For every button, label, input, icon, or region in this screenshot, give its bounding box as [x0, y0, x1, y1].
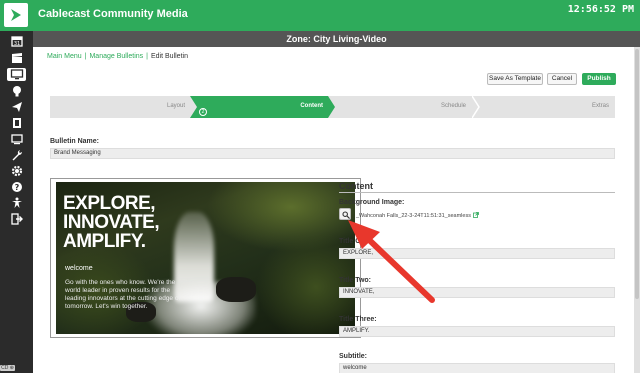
title-three-input[interactable]: AMPLIFY. [339, 326, 615, 337]
preview-title: EXPLORE, INNOVATE, AMPLIFY. [63, 193, 160, 252]
page-scrollbar[interactable] [634, 47, 640, 373]
background-image-label: Background Image: [339, 199, 405, 206]
svg-text:?: ? [14, 183, 19, 192]
accessibility-icon[interactable] [9, 197, 24, 210]
breadcrumb-separator: | [84, 53, 87, 60]
calendar-icon[interactable]: 31 [9, 35, 24, 48]
title-one-label: Title One: [339, 238, 372, 245]
scrollbar-thumb[interactable] [635, 49, 639, 299]
top-bar: Cablecast Community Media 12:56:52 PM [0, 0, 640, 31]
bulletin-preview-image: EXPLORE, INNOVATE, AMPLIFY. welcome Go w… [56, 182, 355, 334]
background-search-button[interactable] [339, 208, 351, 220]
zoom-indicator[interactable]: CD ⊕ [0, 365, 15, 371]
step-wizard: Layout Content 2 Schedule Extras [50, 96, 615, 118]
breadcrumb-current: Edit Bulletin [151, 53, 188, 60]
publish-button[interactable]: Publish [582, 73, 616, 85]
step-number-badge: 2 [199, 108, 207, 116]
search-icon [342, 211, 350, 219]
cancel-button[interactable]: Cancel [547, 73, 577, 85]
breadcrumb: Main Menu | Manage Bulletins | Edit Bulletin [47, 53, 188, 60]
step-content-label: Content [300, 103, 323, 109]
content-divider [339, 192, 615, 193]
gear-icon[interactable] [9, 165, 24, 178]
preview-frame: EXPLORE, INNOVATE, AMPLIFY. welcome Go w… [50, 178, 361, 338]
subtitle-input[interactable]: welcome [339, 363, 615, 373]
title-three-label: Title Three: [339, 316, 377, 323]
wrench-icon[interactable] [9, 149, 24, 162]
breadcrumb-separator: | [146, 53, 148, 60]
preview-body: Go with the ones who know. We're the wor… [65, 279, 181, 310]
play-logo-icon[interactable] [4, 3, 28, 27]
lightbulb-icon[interactable] [9, 85, 24, 98]
monitor-icon[interactable] [7, 68, 26, 81]
logout-icon[interactable] [9, 213, 24, 226]
display-icon[interactable] [9, 133, 24, 146]
content-heading: Content [339, 181, 373, 191]
send-icon[interactable] [9, 101, 24, 114]
breadcrumb-manage-bulletins[interactable]: Manage Bulletins [89, 53, 143, 60]
external-link-icon[interactable] [473, 212, 479, 218]
bulletin-name-label: Bulletin Name: [50, 138, 100, 145]
bulletin-name-input[interactable]: Brand Messaging [50, 148, 615, 159]
main-panel: Main Menu | Manage Bulletins | Edit Bulletin… [33, 47, 634, 373]
step-layout[interactable]: Layout [167, 103, 185, 109]
clapperboard-icon[interactable] [9, 52, 24, 65]
help-icon[interactable]: ? [9, 181, 24, 194]
subtitle-label: Subtitle: [339, 353, 367, 360]
step-divider-icon [472, 96, 480, 118]
preview-subtitle: welcome [65, 265, 93, 272]
step-content[interactable]: Content 2 [190, 96, 335, 118]
title-one-input[interactable]: EXPLORE, [339, 248, 615, 259]
save-as-template-button[interactable]: Save As Template [487, 73, 543, 85]
zone-bar: Zone: City Living-Video [33, 31, 640, 47]
film-icon[interactable] [9, 117, 24, 130]
sidebar: 31 ? CD ⊕ [0, 31, 33, 373]
clock: 12:56:52 PM [567, 4, 634, 15]
svg-text:31: 31 [13, 41, 19, 47]
breadcrumb-main-menu[interactable]: Main Menu [47, 53, 82, 60]
step-schedule[interactable]: Schedule [441, 103, 466, 109]
title-two-label: Title Two: [339, 277, 372, 284]
step-extras[interactable]: Extras [592, 103, 609, 109]
title-two-input[interactable]: INNOVATE, [339, 287, 615, 298]
background-file-name: _Wahconah Falls_22-3-24T11:51:31_seamles… [356, 213, 471, 219]
app-title: Cablecast Community Media [38, 8, 188, 20]
background-file: _Wahconah Falls_22-3-24T11:51:31_seamles… [356, 212, 479, 219]
